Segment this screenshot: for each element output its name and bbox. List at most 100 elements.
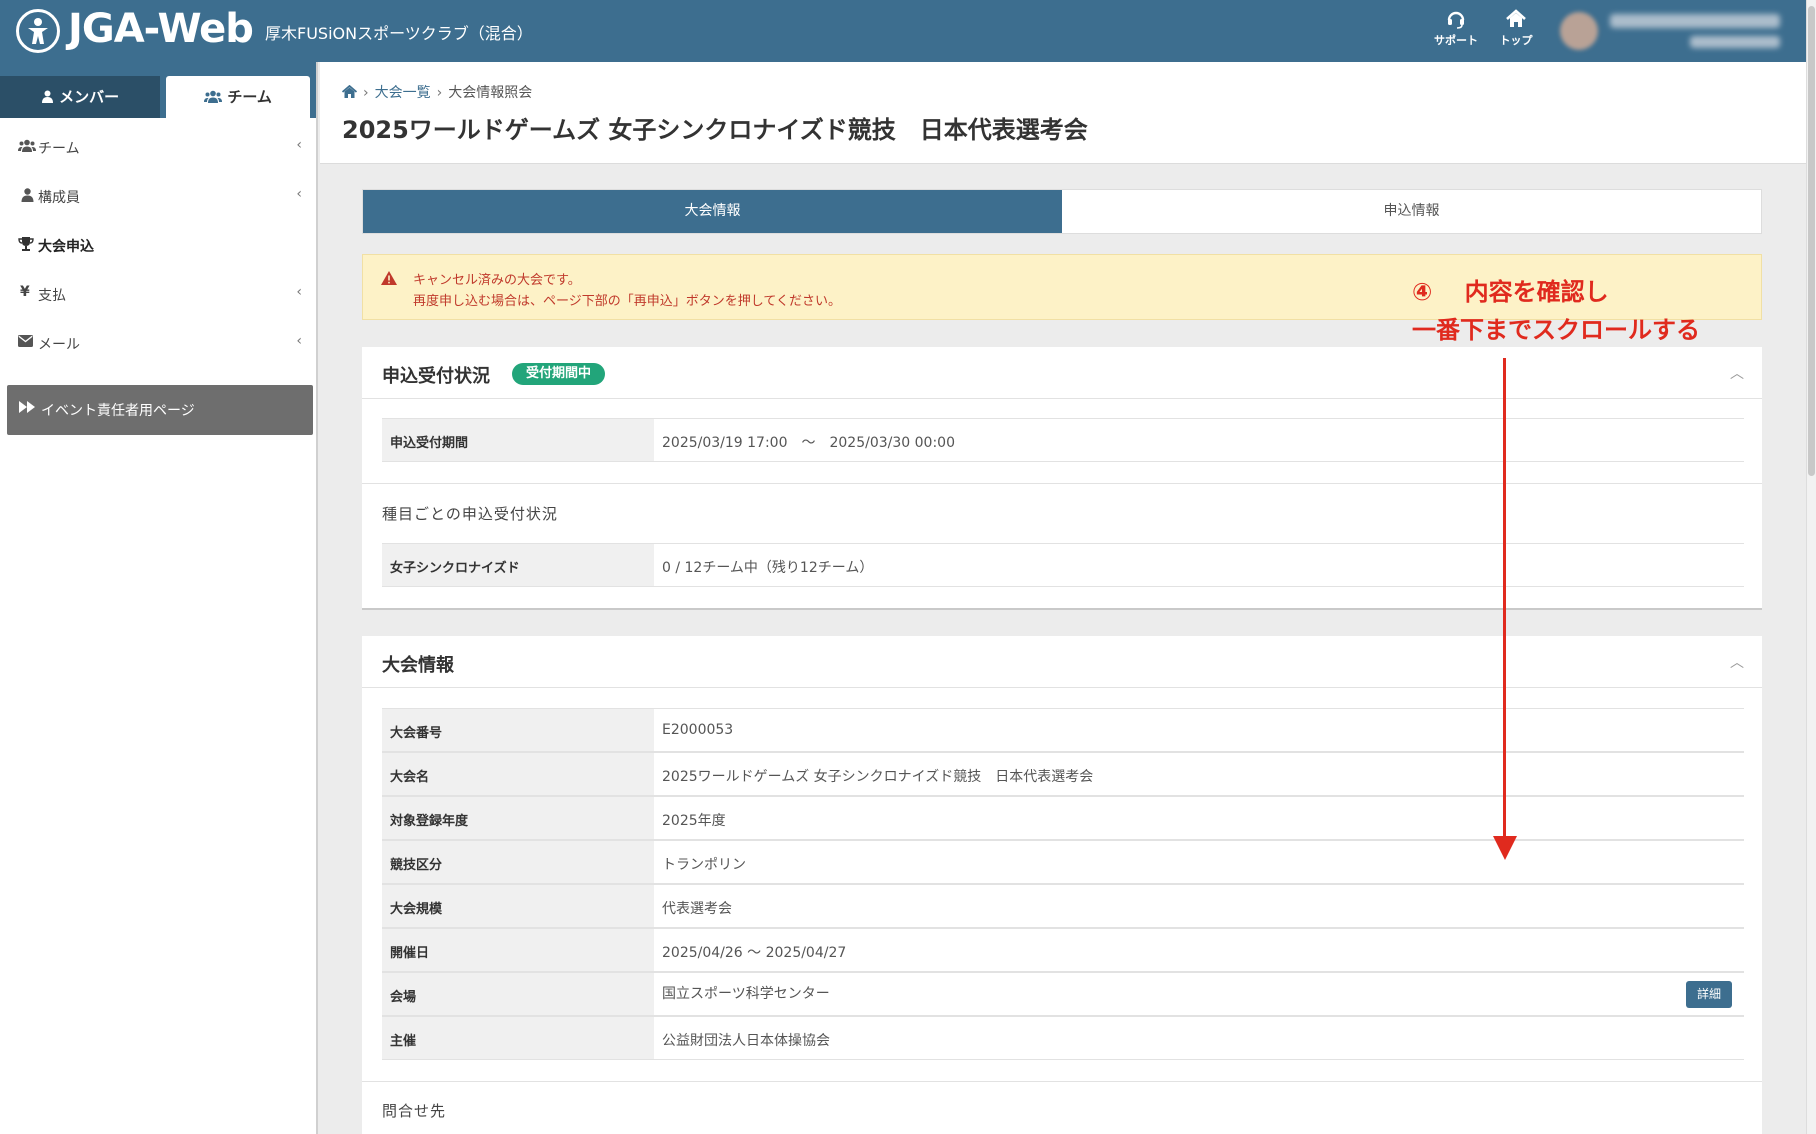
alert-line-1: キャンセル済みの大会です。	[413, 273, 581, 288]
alert-line-2: 再度申し込む場合は、ページ下部の「再申込」ボタンを押してください。	[413, 294, 841, 309]
scrollbar-thumb[interactable]	[1808, 6, 1815, 476]
sidebar-item-label: チーム	[38, 141, 80, 157]
user-name-blurred	[1610, 14, 1780, 28]
row-label: 対象登録年度	[382, 797, 654, 839]
annotation-line-2: 一番下までスクロールする	[1412, 316, 1700, 344]
users-icon	[204, 88, 227, 106]
reception-status-card: 申込受付状況 受付期間中 ︿ 申込受付期間 2025/03/19 17:00 〜…	[362, 347, 1762, 610]
table-row: 大会番号 E2000053	[382, 708, 1744, 752]
chevron-up-icon[interactable]: ︿	[1730, 363, 1744, 383]
warning-icon	[381, 271, 397, 289]
logo-text[interactable]: JGA-Web	[68, 6, 254, 52]
sidebar-item-payment[interactable]: ¥ 支払 ‹	[0, 271, 316, 319]
sidebar-item-label: メール	[38, 337, 80, 353]
row-value: 公益財団法人日本体操協会	[662, 1033, 830, 1049]
home-icon	[1488, 8, 1544, 32]
tab-team-label: チーム	[227, 88, 272, 106]
row-value: 国立スポーツ科学センター	[662, 986, 830, 1002]
sidebar-tabs: メンバー チーム	[0, 62, 316, 118]
breadcrumb-separator: ›	[436, 85, 443, 101]
row-value: 2025/03/19 17:00 〜 2025/03/30 00:00	[662, 435, 955, 451]
divider	[362, 483, 1762, 484]
row-label: 開催日	[382, 929, 654, 971]
sidebar-item-label: 大会申込	[38, 239, 94, 255]
fast-forward-icon	[19, 401, 35, 417]
contact-title: 問合せ先	[382, 1102, 447, 1120]
event-manager-page-button[interactable]: イベント責任者用ページ	[7, 385, 313, 435]
headset-icon	[1428, 8, 1484, 32]
page-scrollbar[interactable]	[1806, 0, 1816, 1134]
home-icon[interactable]	[341, 84, 358, 101]
row-value: 2025年度	[662, 813, 726, 829]
row-value: 2025ワールドゲームズ 女子シンクロナイズド競技 日本代表選考会	[662, 769, 1094, 785]
venue-detail-button[interactable]: 詳細	[1686, 981, 1732, 1008]
support-label: サポート	[1434, 34, 1478, 47]
chevron-left-icon: ‹	[296, 333, 302, 349]
per-event-status-title: 種目ごとの申込受付状況	[382, 505, 558, 523]
user-icon	[18, 188, 36, 206]
status-badge: 受付期間中	[512, 363, 606, 385]
sidebar-item-label: 支払	[38, 288, 66, 304]
user-icon	[41, 88, 59, 106]
breadcrumb-current: 大会情報照会	[448, 85, 533, 101]
row-label: 大会番号	[382, 709, 654, 751]
table-row: 申込受付期間 2025/03/19 17:00 〜 2025/03/30 00:…	[382, 418, 1744, 462]
envelope-icon	[18, 335, 36, 353]
row-value: 0 / 12チーム中（残り12チーム）	[662, 560, 874, 576]
tab-event-info[interactable]: 大会情報	[363, 190, 1062, 233]
row-value: トランポリン	[662, 857, 746, 873]
arrow-down-icon	[1493, 836, 1517, 860]
trophy-icon	[18, 237, 36, 255]
tab-entry-info[interactable]: 申込情報	[1062, 190, 1761, 233]
chevron-up-icon[interactable]: ︿	[1730, 652, 1744, 672]
breadcrumb-event-list-link[interactable]: 大会一覧	[375, 85, 431, 101]
table-row: 競技区分 トランポリン	[382, 840, 1744, 884]
event-manager-page-label: イベント責任者用ページ	[41, 403, 195, 419]
table-row: 開催日 2025/04/26 〜 2025/04/27	[382, 928, 1744, 972]
annotation-line-1: ④ 内容を確認し	[1412, 278, 1609, 306]
support-button[interactable]: サポート	[1428, 8, 1484, 54]
top-button[interactable]: トップ	[1488, 8, 1544, 54]
top-header: JGA-Web 厚木FUSiONスポーツクラブ（混合） サポート トップ	[0, 0, 1816, 62]
sidebar: メンバー チーム チーム ‹ 構成員 ‹ 大会申込 ¥ 支払 ‹ メール ‹ イ…	[0, 62, 318, 1134]
row-label: 大会規模	[382, 885, 654, 927]
row-label: 競技区分	[382, 841, 654, 883]
user-role-blurred	[1690, 36, 1780, 48]
jga-logo-icon[interactable]	[16, 9, 60, 53]
table-row: 大会規模 代表選考会	[382, 884, 1744, 928]
event-info-header[interactable]: 大会情報 ︿	[362, 636, 1762, 688]
sidebar-item-event-entry[interactable]: 大会申込	[0, 222, 316, 270]
row-value: 代表選考会	[662, 901, 732, 917]
row-label: 女子シンクロナイズド	[382, 544, 654, 586]
user-menu[interactable]	[1560, 6, 1796, 56]
table-row: 女子シンクロナイズド 0 / 12チーム中（残り12チーム）	[382, 543, 1744, 587]
breadcrumb-separator: ›	[363, 85, 369, 101]
reception-status-title: 申込受付状況	[382, 366, 490, 387]
divider	[362, 1081, 1762, 1082]
reception-status-header[interactable]: 申込受付状況 受付期間中 ︿	[362, 347, 1762, 399]
table-row: 大会名 2025ワールドゲームズ 女子シンクロナイズド競技 日本代表選考会	[382, 752, 1744, 796]
scroll-down-arrow	[1503, 358, 1506, 840]
row-label: 主催	[382, 1017, 654, 1059]
sidebar-item-label: 構成員	[38, 190, 80, 206]
table-row: 主催 公益財団法人日本体操協会	[382, 1016, 1744, 1060]
row-value: E2000053	[662, 722, 734, 738]
yen-icon: ¥	[20, 284, 30, 300]
page-header: › 大会一覧 › 大会情報照会 2025ワールドゲームズ 女子シンクロナイズド競技 日…	[320, 62, 1806, 164]
top-label: トップ	[1499, 34, 1533, 47]
row-value: 2025/04/26 〜 2025/04/27	[662, 945, 847, 961]
avatar	[1560, 12, 1598, 50]
sidebar-item-members[interactable]: 構成員 ‹	[0, 173, 316, 221]
event-info-title: 大会情報	[382, 655, 454, 676]
sidebar-item-mail[interactable]: メール ‹	[0, 320, 316, 368]
tab-member-label: メンバー	[59, 88, 120, 106]
table-row: 対象登録年度 2025年度	[382, 796, 1744, 840]
content-tabs: 大会情報 申込情報	[362, 189, 1762, 234]
row-label: 会場	[382, 973, 654, 1015]
chevron-left-icon: ‹	[296, 186, 302, 202]
club-name: 厚木FUSiONスポーツクラブ（混合）	[265, 24, 533, 43]
row-label: 大会名	[382, 753, 654, 795]
tab-member[interactable]: メンバー	[0, 76, 160, 118]
tab-team[interactable]: チーム	[166, 76, 310, 118]
sidebar-item-team[interactable]: チーム ‹	[0, 124, 316, 172]
